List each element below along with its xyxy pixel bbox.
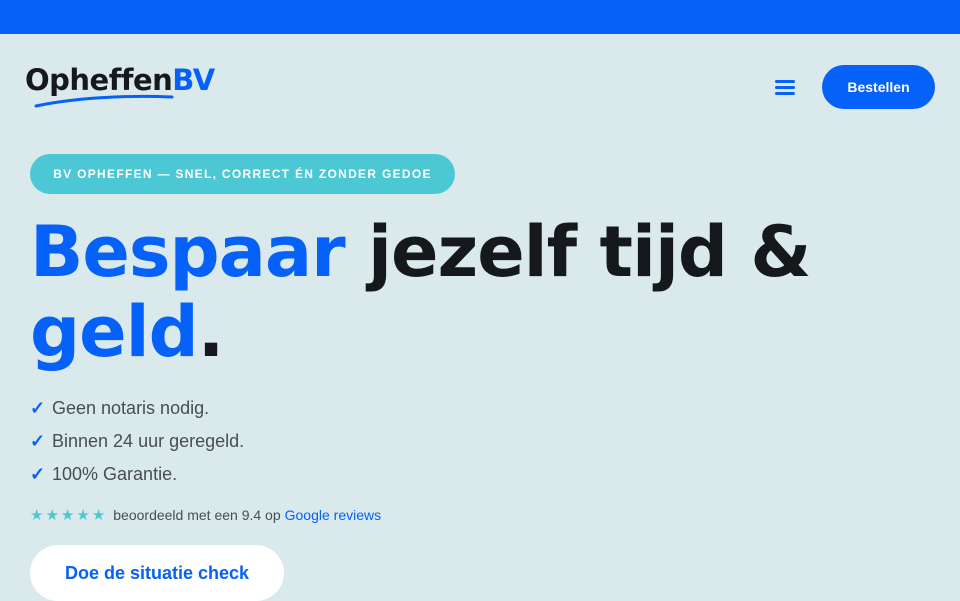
logo-swoosh-icon xyxy=(34,94,174,108)
feature-list: ✓ Geen notaris nodig. ✓ Binnen 24 uur ge… xyxy=(30,392,244,491)
hamburger-menu-icon[interactable] xyxy=(770,74,800,100)
top-announcement-bar xyxy=(0,0,960,34)
headline-highlight: Bespaar xyxy=(30,211,346,293)
star-icon: ★ xyxy=(45,506,59,524)
feature-text: Geen notaris nodig. xyxy=(52,398,210,418)
headline-highlight: geld xyxy=(30,291,199,373)
menu-line xyxy=(775,85,795,89)
checkmark-icon: ✓ xyxy=(30,398,46,418)
hero-badge: BV OPHEFFEN — SNEL, CORRECT ÉN ZONDER GE… xyxy=(30,154,455,194)
rating-text: beoordeeld met een 9.4 op xyxy=(113,507,281,523)
hero-headline: Bespaar jezelf tijd & geld. xyxy=(30,212,930,372)
star-icon: ★ xyxy=(60,506,75,524)
feature-item: ✓ Geen notaris nodig. xyxy=(30,392,244,425)
star-icon: ★ xyxy=(30,506,44,524)
menu-line xyxy=(775,91,795,95)
headline-text: . xyxy=(197,291,225,373)
star-rating: ★ ★ ★ ★ ★ xyxy=(30,508,105,523)
feature-item: ✓ Binnen 24 uur geregeld. xyxy=(30,425,244,458)
logo-text-accent: BV xyxy=(172,63,215,97)
situation-check-button[interactable]: Doe de situatie check xyxy=(30,545,284,601)
checkmark-icon: ✓ xyxy=(30,464,46,484)
site-header: OpheffenBV Bestellen xyxy=(0,34,960,140)
order-button[interactable]: Bestellen xyxy=(822,65,935,109)
feature-text: 100% Garantie. xyxy=(52,464,178,484)
headline-text: jezelf tijd & xyxy=(344,211,811,293)
google-reviews-link[interactable]: Google reviews xyxy=(285,507,382,523)
menu-line xyxy=(775,79,795,83)
star-icon: ★ xyxy=(91,506,106,524)
feature-item: ✓ 100% Garantie. xyxy=(30,458,244,491)
feature-text: Binnen 24 uur geregeld. xyxy=(52,431,245,451)
star-icon: ★ xyxy=(76,506,90,524)
rating-row: ★ ★ ★ ★ ★ beoordeeld met een 9.4 op Goog… xyxy=(30,505,381,525)
checkmark-icon: ✓ xyxy=(30,431,46,451)
